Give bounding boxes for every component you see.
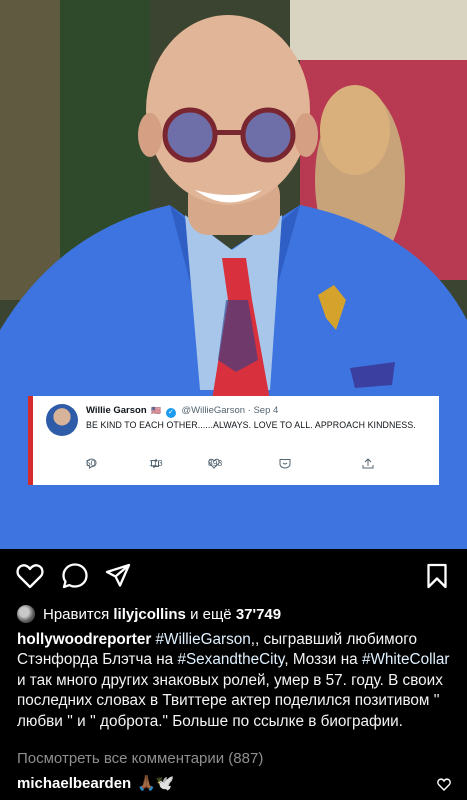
post-caption: hollywoodreporter #WillieGarson,, сыграв… (17, 630, 453, 732)
caption-text-4: и так много других знаковых ролей, умер … (17, 671, 443, 730)
tweet-actions: 50 113 893 (86, 458, 386, 472)
retweet-icon (151, 458, 159, 469)
tweet-date: Sep 4 (253, 405, 279, 416)
hashtag-williegarson[interactable]: #WillieGarson (156, 631, 251, 648)
emoji-icon (279, 459, 291, 469)
flag-icon: 🇺🇸 (151, 406, 162, 415)
view-all-comments-link[interactable]: Посмотреть все комментарии (887) (17, 750, 263, 767)
hashtag-sexandthecity[interactable]: #SexandtheCity (177, 651, 284, 668)
tweet-header: Willie Garson 🇺🇸 ✓ @WillieGarson · Sep 4 (86, 405, 278, 418)
caption-text-3: , Моззи на (284, 651, 362, 669)
post-photo[interactable]: Willie Garson 🇺🇸 ✓ @WillieGarson · Sep 4… (0, 0, 467, 549)
likes-row[interactable]: Нравится lilyjcollins и ещё 37'749 (17, 604, 281, 624)
bookmark-icon[interactable] (426, 563, 448, 589)
likes-count[interactable]: 37'749 (236, 606, 281, 623)
liker-avatar (17, 605, 35, 623)
likes-middle: и ещё (190, 605, 232, 623)
heart-outline-icon (208, 458, 220, 469)
tweet-like: 893 (208, 458, 222, 469)
caption-username[interactable]: hollywoodreporter (17, 631, 151, 648)
tweet-text: BE KIND TO EACH OTHER......ALWAYS. LOVE … (86, 420, 416, 430)
likes-prefix: Нравится (43, 605, 110, 623)
embedded-tweet: Willie Garson 🇺🇸 ✓ @WillieGarson · Sep 4… (28, 396, 439, 485)
comment-text: 🙏🏾🕊️ (137, 775, 175, 792)
heart-icon[interactable] (16, 563, 44, 589)
tweet-reply: 50 (86, 458, 97, 469)
tweet-handle: @WillieGarson (181, 405, 246, 416)
tweet-author-name: Willie Garson (86, 405, 147, 416)
comment: michaelbearden 🙏🏾🕊️ (17, 774, 175, 793)
tweet-avatar (46, 404, 78, 436)
hashtag-whitecollar[interactable]: #WhiteCollar (362, 651, 450, 668)
send-icon[interactable] (104, 562, 132, 590)
comment-icon[interactable] (61, 562, 89, 590)
liker-username[interactable]: lilyjcollins (113, 606, 186, 623)
upload-icon (362, 458, 374, 469)
comment-like-heart-icon[interactable] (437, 778, 451, 791)
tweet-separator: · (247, 405, 251, 416)
verified-badge-icon: ✓ (165, 408, 176, 418)
reply-icon (86, 458, 97, 469)
tweet-retweet: 113 (149, 458, 163, 469)
comment-username[interactable]: michaelbearden (17, 775, 131, 792)
